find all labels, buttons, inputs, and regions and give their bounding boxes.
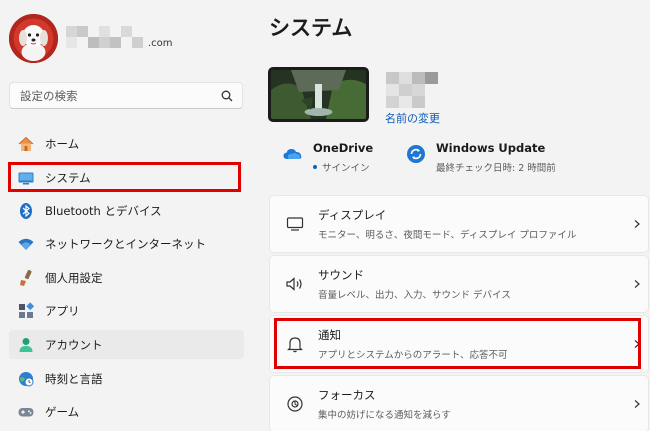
sidebar-item-bluetooth[interactable]: Bluetooth とデバイス — [9, 196, 244, 225]
status-dot — [313, 165, 317, 169]
card-display[interactable]: ディスプレイ モニター、明るさ、夜間モード、ディスプレイ プロファイル — [269, 195, 649, 253]
sidebar: .com 設定の検索 ホーム システム Bluetooth とデバイス ネットワ… — [0, 0, 255, 431]
card-title: サウンド — [318, 268, 364, 282]
windows-update-tile[interactable]: Windows Update 最終チェック日時: 2 時間前 — [405, 141, 556, 174]
card-title: 通知 — [318, 328, 341, 342]
device-wallpaper-thumbnail — [268, 67, 369, 122]
person-icon — [17, 336, 35, 354]
card-subtitle: 集中の妨げになる通知を減らす — [318, 410, 451, 421]
sidebar-item-label: アカウント — [45, 337, 103, 352]
sidebar-item-label: システム — [45, 170, 91, 185]
email-redacted — [66, 26, 148, 48]
chevron-right-icon — [634, 340, 640, 348]
card-focus[interactable]: フォーカス 集中の妨げになる通知を減らす — [269, 375, 649, 431]
windows-update-status: 最終チェック日時: 2 時間前 — [436, 163, 556, 174]
sidebar-item-label: Bluetooth とデバイス — [45, 203, 162, 218]
card-subtitle: モニター、明るさ、夜間モード、ディスプレイ プロファイル — [318, 230, 577, 241]
sidebar-item-label: ネットワークとインターネット — [45, 236, 206, 251]
windows-update-title: Windows Update — [436, 141, 546, 155]
sidebar-item-time-language[interactable]: 時刻と言語 — [9, 364, 244, 393]
sidebar-item-label: ゲーム — [45, 404, 80, 419]
sidebar-item-label: ホーム — [45, 136, 80, 151]
card-sound[interactable]: サウンド 音量レベル、出力、入力、サウンド デバイス — [269, 255, 649, 313]
sidebar-item-label: アプリ — [45, 303, 80, 318]
sidebar-item-system[interactable]: システム — [9, 163, 244, 192]
onedrive-title: OneDrive — [313, 141, 374, 155]
sidebar-item-label: 個人用設定 — [45, 270, 103, 285]
search-icon[interactable] — [220, 89, 234, 103]
apps-icon — [17, 301, 35, 320]
chevron-right-icon — [634, 280, 640, 288]
email-suffix: .com — [148, 38, 173, 49]
sidebar-item-accounts[interactable]: アカウント — [9, 330, 244, 359]
chevron-right-icon — [634, 400, 640, 408]
cloud-icon — [283, 148, 302, 159]
card-notifications[interactable]: 通知 アプリとシステムからのアラート、応答不可 — [269, 315, 649, 373]
onedrive-tile[interactable]: OneDrive サインイン — [282, 141, 373, 174]
search-box[interactable]: 設定の検索 — [9, 82, 243, 109]
main-content: システム 名前の変更 OneDrive サインイン Windows Update… — [255, 0, 650, 431]
rename-link[interactable]: 名前の変更 — [385, 110, 440, 126]
onedrive-status: サインイン — [322, 163, 370, 174]
brush-icon — [17, 269, 35, 287]
page-title: システム — [269, 16, 353, 40]
gamepad-icon — [17, 403, 35, 421]
sidebar-item-label: 時刻と言語 — [45, 371, 103, 386]
display-icon — [17, 169, 35, 187]
sidebar-item-personalization[interactable]: 個人用設定 — [9, 263, 244, 292]
bell-icon — [285, 334, 305, 354]
card-title: ディスプレイ — [318, 208, 387, 222]
monitor-icon — [285, 214, 305, 234]
card-subtitle: アプリとシステムからのアラート、応答不可 — [318, 350, 508, 361]
bluetooth-icon — [17, 202, 35, 220]
globe-clock-icon — [17, 370, 35, 388]
card-title: フォーカス — [318, 388, 376, 402]
speaker-icon — [285, 274, 305, 294]
focus-icon — [285, 394, 305, 414]
sidebar-item-home[interactable]: ホーム — [9, 129, 244, 158]
device-name-redacted — [386, 72, 438, 108]
sidebar-item-gaming[interactable]: ゲーム — [9, 397, 244, 426]
chevron-right-icon — [634, 220, 640, 228]
card-subtitle: 音量レベル、出力、入力、サウンド デバイス — [318, 290, 511, 301]
search-input[interactable]: 設定の検索 — [20, 88, 220, 104]
sidebar-item-apps[interactable]: アプリ — [9, 296, 244, 325]
wifi-icon — [17, 235, 35, 253]
sidebar-item-network[interactable]: ネットワークとインターネット — [9, 229, 244, 258]
home-icon — [17, 135, 35, 153]
sync-icon — [407, 145, 425, 163]
avatar[interactable] — [9, 14, 58, 63]
